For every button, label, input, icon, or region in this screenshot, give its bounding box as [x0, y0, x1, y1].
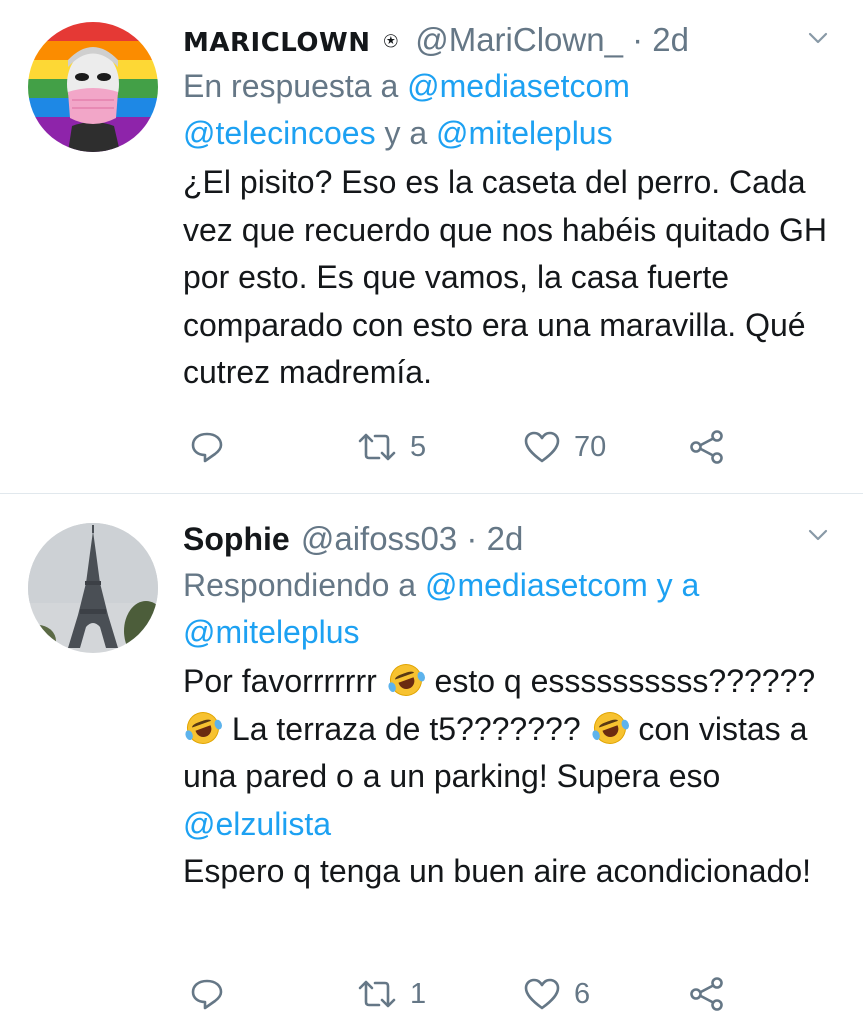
timestamp[interactable]: 2d [487, 520, 524, 557]
reply-mention-miteleplus[interactable]: @miteleplus [436, 115, 613, 151]
reply-icon [191, 979, 223, 1010]
tweet-text-part-1: Por favorrrrrrr [183, 663, 377, 699]
separator: · [622, 21, 653, 58]
avatar[interactable] [28, 523, 158, 653]
reply-button[interactable] [189, 427, 225, 467]
share-icon [690, 430, 723, 464]
reply-mention-telecincoes[interactable]: @telecincoes [183, 115, 376, 151]
user-handle[interactable]: @MariClown_ [415, 21, 623, 58]
tweet-actions: 5 70 [183, 427, 843, 467]
rolling-on-floor-laughing-emoji [182, 706, 224, 749]
like-icon [524, 978, 560, 1010]
display-name[interactable]: Sophie [183, 521, 290, 557]
share-button[interactable] [689, 974, 725, 1014]
like-count: 6 [574, 977, 591, 1010]
reply-conjunction: y a [375, 115, 437, 151]
tweet-text-part-5: Espero q tenga un buen aire acondicionad… [183, 853, 812, 889]
tweet-sophie[interactable]: Sophie @aifoss03 · 2d Respondiendo a @me… [0, 494, 863, 1024]
tweet-text-part-2: esto q essssssssss?????? [425, 663, 816, 699]
reply-prefix: Respondiendo a [183, 567, 425, 603]
reply-context: Respondiendo a @mediasetcom y a @mitelep… [183, 562, 843, 656]
reply-mention-mediasetcom[interactable]: @mediasetcom [407, 68, 630, 104]
reply-mention-mediasetcom[interactable]: @mediasetcom [425, 567, 648, 603]
reply-mention-miteleplus[interactable]: @miteleplus [183, 614, 360, 650]
avatar-image [28, 22, 158, 152]
share-icon [690, 977, 723, 1011]
rolling-on-floor-laughing-emoji [385, 659, 427, 701]
share-button[interactable] [689, 427, 725, 467]
reply-conjunction: y a [647, 567, 700, 603]
user-handle[interactable]: @aifoss03 [301, 520, 457, 557]
tweet-text: Por favorrrrrrr esto q essssssssss??????… [182, 658, 843, 896]
separator: · [457, 520, 487, 557]
avatar[interactable] [28, 22, 158, 152]
retweet-count: 5 [410, 430, 427, 463]
avatar-image [28, 523, 158, 653]
tweet-text-part-3: La terraza de t5??????? [223, 710, 581, 747]
tweet-mariclown[interactable]: MARICLOWN ⍟ @MariClown_ · 2d En respuest… [0, 0, 863, 493]
chevron-down-icon[interactable] [807, 27, 829, 49]
tweet-content: Sophie @aifoss03 · 2d Respondiendo a @me… [182, 517, 843, 896]
like-button[interactable]: 70 [523, 427, 606, 467]
body-mention-elzulista[interactable]: @elzulista [183, 806, 331, 842]
tweet-text: ¿El pisito? Eso es la caseta del perro. … [183, 164, 827, 390]
reply-prefix: En respuesta a [183, 68, 408, 104]
badge-icon: ⍟ [383, 28, 399, 55]
timestamp[interactable]: 2d [652, 21, 689, 58]
display-name[interactable]: MARICLOWN [183, 28, 370, 58]
reply-context: En respuesta a @mediasetcom @telecincoes… [183, 63, 843, 157]
chevron-down-icon[interactable] [807, 524, 829, 546]
reply-button[interactable] [189, 974, 225, 1014]
tweet-actions: 1 6 [183, 974, 843, 1014]
like-button[interactable]: 6 [523, 974, 590, 1014]
retweet-icon [358, 433, 396, 461]
tweet-header: MARICLOWN ⍟ @MariClown_ · 2d [183, 18, 843, 62]
retweet-icon [358, 980, 396, 1008]
reply-icon [191, 432, 223, 463]
tweet-header: Sophie @aifoss03 · 2d [183, 517, 843, 561]
retweet-button[interactable]: 5 [357, 427, 426, 467]
rolling-on-floor-laughing-emoji [588, 706, 631, 749]
retweet-button[interactable]: 1 [357, 974, 426, 1014]
tweet-content: MARICLOWN ⍟ @MariClown_ · 2d En respuest… [183, 18, 843, 397]
like-count: 70 [574, 430, 607, 463]
retweet-count: 1 [410, 977, 427, 1010]
like-icon [524, 431, 560, 463]
